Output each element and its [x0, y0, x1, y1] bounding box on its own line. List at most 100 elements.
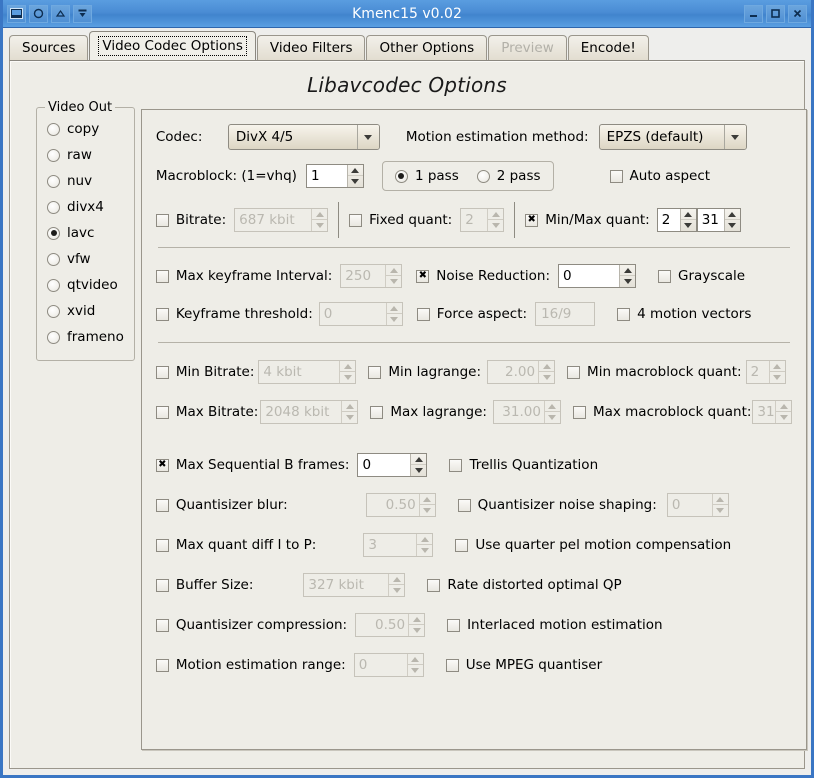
spinner-arrows[interactable]	[768, 361, 785, 383]
motion-estimation-range-spinbox[interactable]: 0	[353, 653, 424, 677]
spinner-down-icon[interactable]	[713, 505, 728, 516]
spinner-up-icon[interactable]	[389, 574, 405, 585]
radio-raw[interactable]: raw	[47, 142, 124, 168]
keyframe-threshold-spinbox[interactable]: 0	[318, 302, 403, 326]
tab-video-codec-options[interactable]: Video Codec Options	[89, 31, 256, 60]
radio-lavc[interactable]: lavc	[47, 220, 124, 246]
spinner-up-icon[interactable]	[386, 303, 402, 314]
radio-frameno[interactable]: frameno	[47, 324, 124, 350]
checkbox-quantisizer-noise-shaping[interactable]: Quantisizer noise shaping:	[457, 497, 657, 513]
checkbox-quarter-pel[interactable]: Use quarter pel motion compensation	[455, 537, 731, 553]
radio-1-pass[interactable]: 1 pass	[394, 168, 459, 184]
radio-2-pass[interactable]: 2 pass	[476, 168, 541, 184]
bitrate-spinbox[interactable]: 687 kbit	[234, 208, 329, 232]
tab-other-options[interactable]: Other Options	[366, 35, 488, 60]
spinner-arrows[interactable]	[416, 534, 433, 556]
radio-divx4[interactable]: divx4	[47, 194, 124, 220]
spinner-arrows[interactable]	[385, 265, 402, 287]
checkbox-quantisizer-compression[interactable]: Quantisizer compression:	[155, 617, 347, 633]
quantisizer-compression-spinbox[interactable]: 0.50	[355, 613, 426, 637]
fixed-quant-spinbox[interactable]: 2	[460, 208, 505, 232]
spinner-down-icon[interactable]	[488, 220, 503, 231]
spinner-arrows[interactable]	[543, 401, 560, 423]
tab-video-filters[interactable]: Video Filters	[256, 35, 366, 60]
spinner-up-icon[interactable]	[776, 401, 792, 412]
spinner-up-icon[interactable]	[409, 614, 425, 625]
spinner-up-icon[interactable]	[386, 265, 402, 276]
checkbox-minmax-quant[interactable]: Min/Max quant:	[525, 212, 650, 228]
checkbox-rate-distorted-qp[interactable]: Rate distorted optimal QP	[427, 577, 622, 593]
spinner-arrows[interactable]	[341, 401, 358, 423]
spinner-arrows[interactable]	[711, 494, 728, 516]
spinner-up-icon[interactable]	[407, 654, 423, 665]
checkbox-4-motion-vectors[interactable]: 4 motion vectors	[617, 306, 751, 322]
quantisizer-noise-shaping-spinbox[interactable]: 0	[666, 493, 729, 517]
unshade-icon[interactable]	[73, 4, 92, 23]
checkbox-min-lagrange[interactable]: Min lagrange:	[368, 364, 481, 380]
spinner-up-icon[interactable]	[544, 401, 560, 412]
checkbox-keyframe-threshold[interactable]: Keyframe threshold:	[155, 306, 313, 322]
buffer-size-spinbox[interactable]: 327 kbit	[303, 573, 406, 597]
spinner-arrows[interactable]	[487, 209, 504, 231]
min-lagrange-spinbox[interactable]: 2.00	[487, 360, 556, 384]
shade-icon[interactable]	[51, 4, 70, 23]
spinner-up-icon[interactable]	[539, 361, 555, 372]
close-icon[interactable]	[788, 4, 807, 23]
spinner-up-icon[interactable]	[712, 494, 728, 505]
spinner-down-icon[interactable]	[681, 220, 696, 231]
spinner-up-icon[interactable]	[769, 361, 785, 372]
spinner-down-icon[interactable]	[387, 314, 402, 325]
checkbox-max-keyframe-interval[interactable]: Max keyframe Interval:	[155, 268, 332, 284]
checkbox-interlaced-motion-estimation[interactable]: Interlaced motion estimation	[447, 617, 663, 633]
max-quant-spinbox[interactable]: 31	[696, 208, 741, 232]
spinner-down-icon[interactable]	[776, 412, 791, 423]
spinner-down-icon[interactable]	[312, 220, 327, 231]
spinner-arrows[interactable]	[410, 454, 427, 476]
spinner-arrows[interactable]	[385, 303, 402, 325]
checkbox-bitrate[interactable]: Bitrate:	[155, 212, 226, 228]
codec-combobox[interactable]: DivX 4/5	[227, 124, 380, 150]
min-bitrate-spinbox[interactable]: 4 kbit	[258, 360, 357, 384]
sticky-icon[interactable]	[29, 4, 48, 23]
spinner-arrows[interactable]	[339, 361, 356, 383]
radio-copy[interactable]: copy	[47, 116, 124, 142]
spinner-arrows[interactable]	[388, 574, 405, 596]
spinner-down-icon[interactable]	[420, 505, 435, 516]
spinner-up-icon[interactable]	[312, 209, 328, 220]
checkbox-max-lagrange[interactable]: Max lagrange:	[370, 404, 487, 420]
spinner-arrows[interactable]	[619, 265, 636, 287]
max-bitrate-spinbox[interactable]: 2048 kbit	[260, 400, 359, 424]
spinner-down-icon[interactable]	[340, 372, 355, 383]
min-quant-spinbox[interactable]: 2	[656, 208, 697, 232]
radio-qtvideo[interactable]: qtvideo	[47, 272, 124, 298]
checkbox-grayscale[interactable]: Grayscale	[658, 268, 745, 284]
maximize-icon[interactable]	[766, 4, 785, 23]
spinner-up-icon[interactable]	[724, 209, 740, 220]
macroblock-spinbox[interactable]: 1	[305, 164, 364, 188]
min-macroblock-quant-spinbox[interactable]: 2	[745, 360, 786, 384]
checkbox-fixed-quant[interactable]: Fixed quant:	[349, 212, 452, 228]
max-macroblock-quant-spinbox[interactable]: 31	[752, 400, 793, 424]
spinner-arrows[interactable]	[406, 654, 423, 676]
spinner-down-icon[interactable]	[620, 276, 635, 287]
radio-nuv[interactable]: nuv	[47, 168, 124, 194]
spinner-arrows[interactable]	[679, 209, 696, 231]
spinner-down-icon[interactable]	[417, 545, 432, 556]
minimize-icon[interactable]	[744, 4, 763, 23]
max-seq-b-frames-spinbox[interactable]: 0	[357, 453, 428, 477]
checkbox-auto-aspect[interactable]: Auto aspect	[609, 168, 710, 184]
spinner-arrows[interactable]	[723, 209, 740, 231]
max-quant-diff-spinbox[interactable]: 3	[363, 533, 434, 557]
spinner-down-icon[interactable]	[545, 412, 560, 423]
window-menu-icon[interactable]	[7, 4, 26, 23]
motion-estimation-combobox[interactable]: EPZS (default)	[598, 124, 747, 150]
checkbox-min-macroblock-quant[interactable]: Min macroblock quant:	[567, 364, 742, 380]
spinner-down-icon[interactable]	[770, 372, 785, 383]
spinner-up-icon[interactable]	[417, 534, 433, 545]
checkbox-max-quant-diff[interactable]: Max quant diff I to P:	[155, 537, 316, 553]
spinner-up-icon[interactable]	[680, 209, 696, 220]
tab-sources[interactable]: Sources	[9, 35, 89, 60]
spinner-arrows[interactable]	[311, 209, 328, 231]
spinner-down-icon[interactable]	[539, 372, 554, 383]
noise-reduction-spinbox[interactable]: 0	[558, 264, 637, 288]
